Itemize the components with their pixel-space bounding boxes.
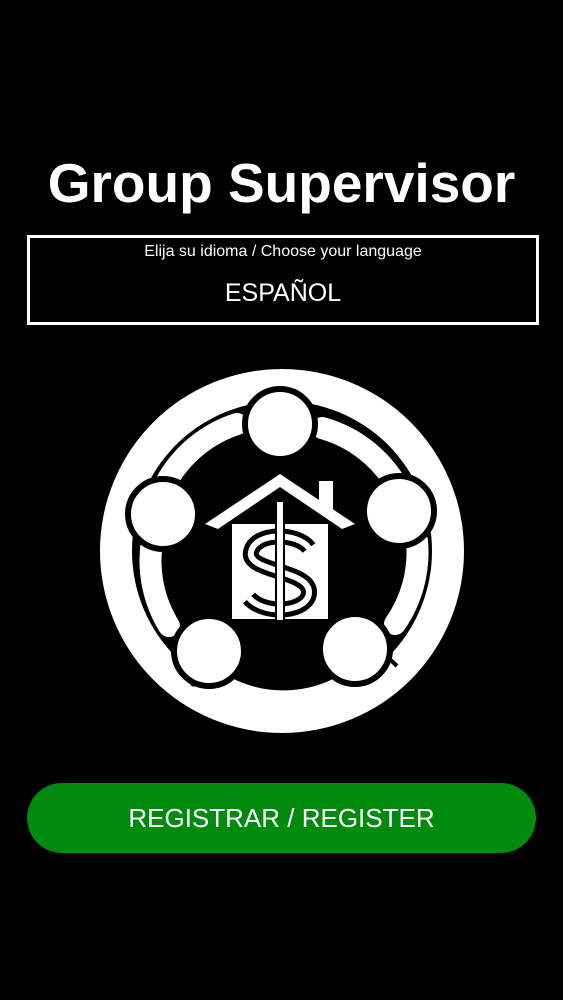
- language-selector[interactable]: Elija su idioma / Choose your language E…: [27, 235, 539, 325]
- group-house-dollar-logo-icon: [100, 369, 464, 733]
- language-prompt: Elija su idioma / Choose your language: [144, 243, 422, 260]
- app-title: Group Supervisor: [47, 152, 516, 214]
- register-button[interactable]: REGISTRAR / REGISTER: [27, 783, 536, 853]
- language-selected-value: ESPAÑOL: [224, 279, 342, 307]
